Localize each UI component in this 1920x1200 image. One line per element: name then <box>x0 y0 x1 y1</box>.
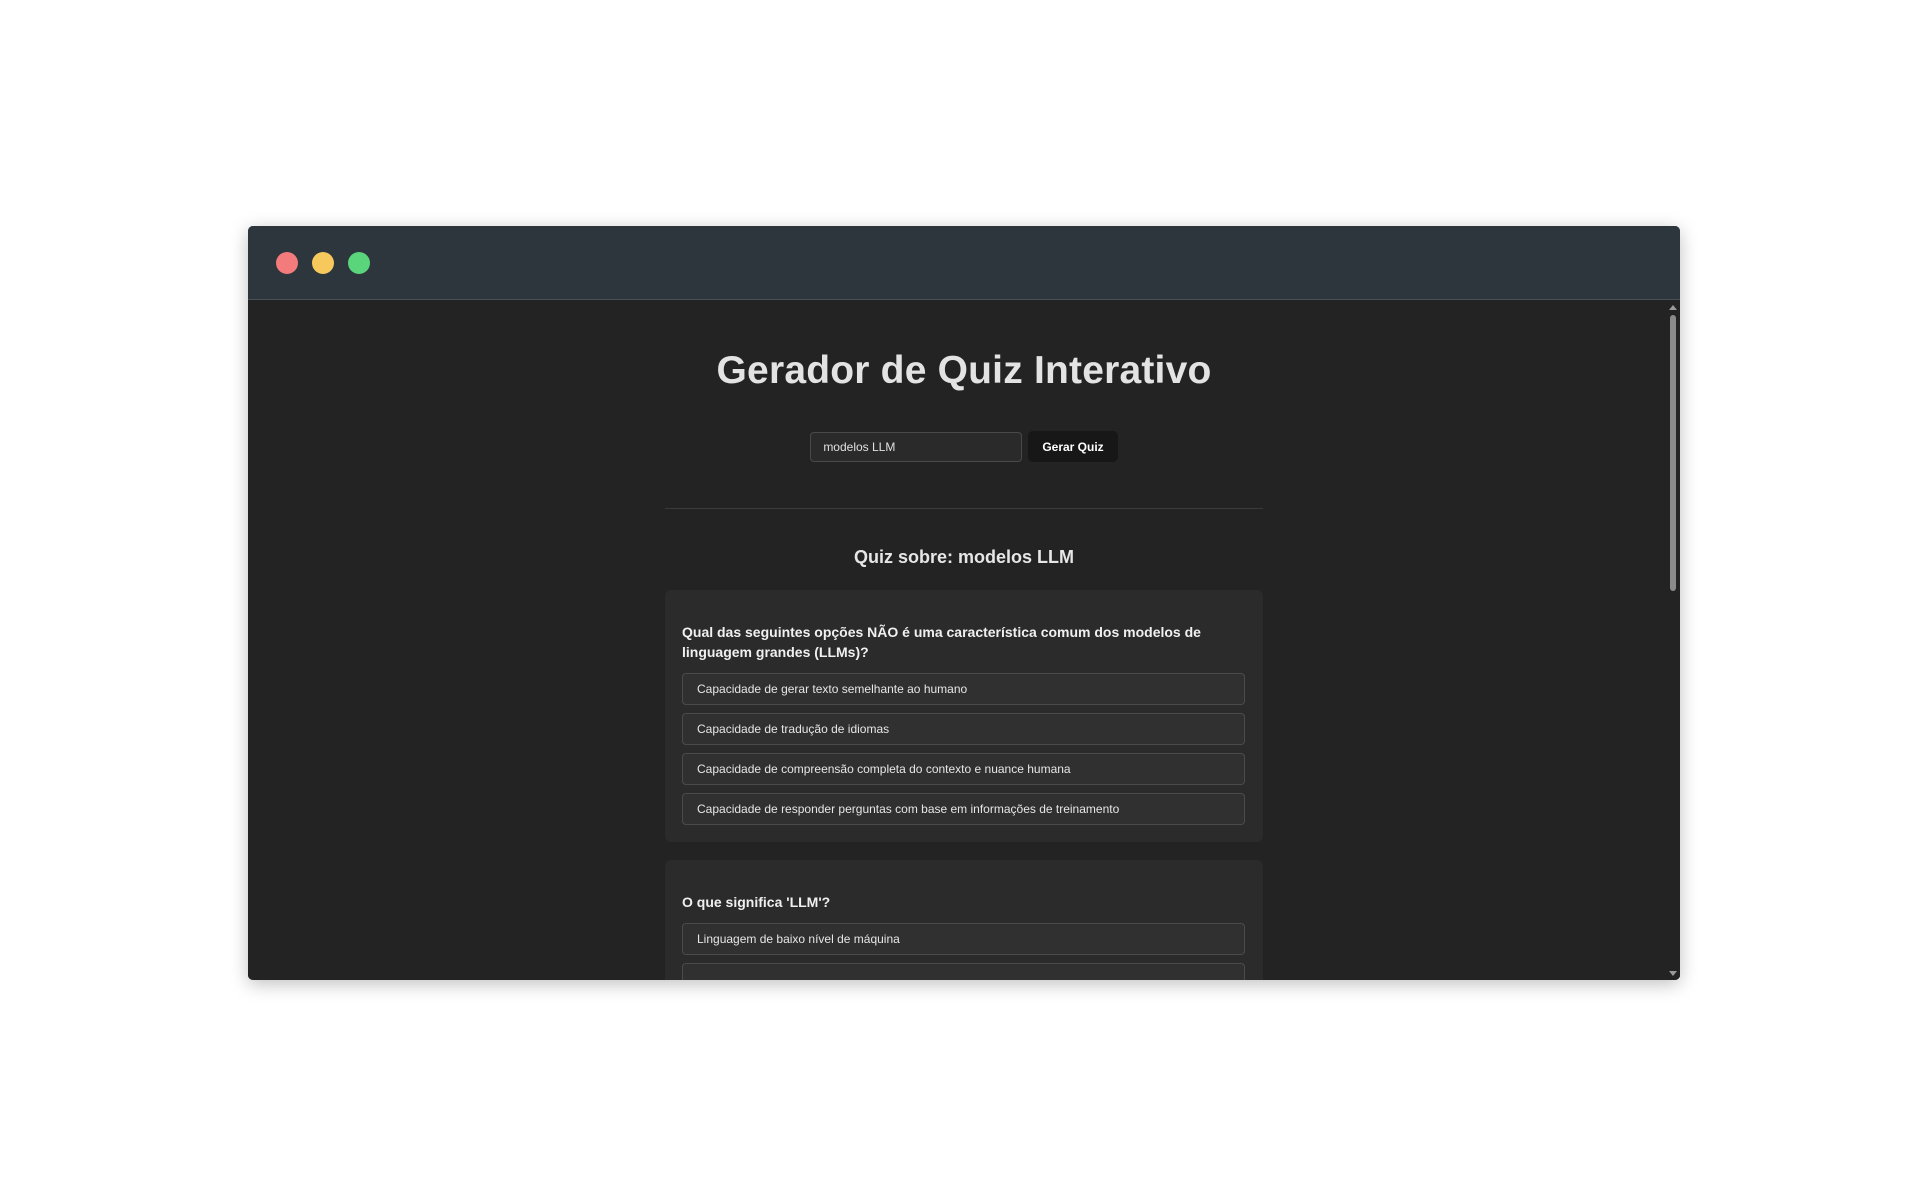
maximize-window-button[interactable] <box>348 251 370 274</box>
answer-option[interactable]: Capacidade de responder perguntas com ba… <box>682 793 1245 825</box>
divider <box>665 508 1263 509</box>
generate-quiz-button[interactable]: Gerar Quiz <box>1028 431 1118 462</box>
answer-option[interactable]: Linguagem de baixo nível de máquina <box>682 923 1245 955</box>
page-content: Gerador de Quiz Interativo Gerar Quiz Qu… <box>665 301 1263 980</box>
answer-option[interactable]: Capacidade de tradução de idiomas <box>682 713 1245 745</box>
scrollbar-thumb[interactable] <box>1670 315 1676 591</box>
close-window-button[interactable] <box>276 251 298 274</box>
scroll-up-arrow-icon[interactable] <box>1669 305 1677 310</box>
browser-window: Gerador de Quiz Interativo Gerar Quiz Qu… <box>248 226 1680 980</box>
answer-option[interactable]: Capacidade de compreensão completa do co… <box>682 753 1245 785</box>
scroll-down-arrow-icon[interactable] <box>1669 971 1677 976</box>
page-title: Gerador de Quiz Interativo <box>716 349 1212 392</box>
answer-option[interactable]: Capacidade de gerar texto semelhante ao … <box>682 673 1245 705</box>
quiz-form: Gerar Quiz <box>665 431 1263 462</box>
vertical-scrollbar[interactable] <box>1666 301 1680 980</box>
question-text: Qual das seguintes opções NÃO é uma cara… <box>682 624 1201 660</box>
quiz-title: Quiz sobre: modelos LLM <box>853 547 1074 567</box>
question-card: Qual das seguintes opções NÃO é uma cara… <box>665 590 1263 842</box>
question-card: O que significa 'LLM'? Linguagem de baix… <box>665 860 1263 980</box>
minimize-window-button[interactable] <box>312 251 334 274</box>
question-text: O que significa 'LLM'? <box>682 894 831 910</box>
page-viewport: Gerador de Quiz Interativo Gerar Quiz Qu… <box>248 301 1680 980</box>
answer-option[interactable] <box>682 963 1245 980</box>
topic-input[interactable] <box>810 431 1023 462</box>
title-bar <box>248 226 1680 300</box>
